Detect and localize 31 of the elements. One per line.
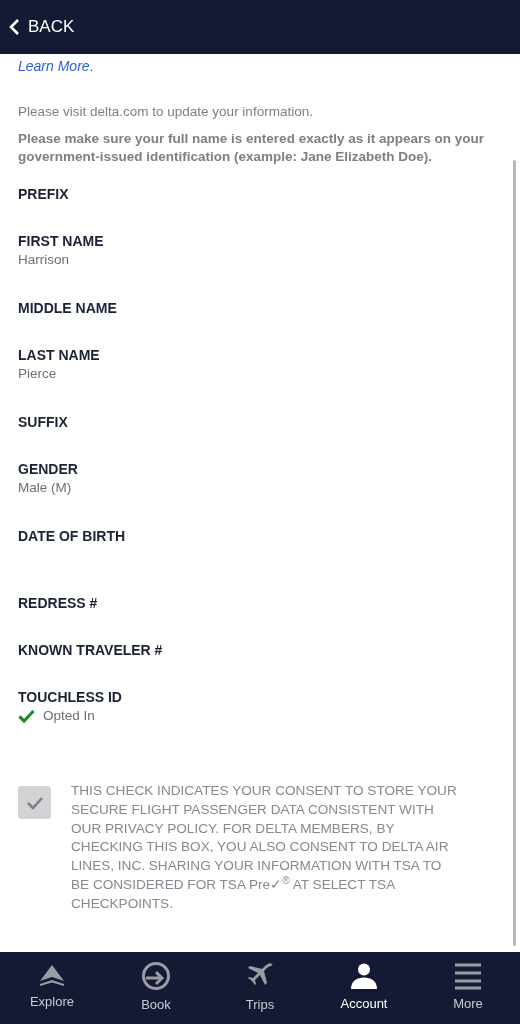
field-label: SUFFIX: [18, 413, 69, 432]
field-value: Male (M): [18, 479, 73, 498]
tab[interactable]: Trips: [208, 952, 312, 1024]
tab[interactable]: Account: [312, 952, 416, 1024]
learn-more-link[interactable]: Learn More: [18, 58, 90, 74]
field-label: KNOWN TRAVELER #: [18, 641, 164, 660]
triangle-icon: [38, 964, 66, 989]
field-label: REDRESS #: [18, 594, 99, 613]
field-value: Harrison: [18, 251, 70, 270]
field-label: TOUCHLESS ID: [18, 688, 123, 707]
field-label: FIRST NAME: [18, 232, 105, 251]
field-label: DATE OF BIRTH: [18, 527, 127, 546]
check-icon: [25, 795, 44, 810]
tab[interactable]: More: [416, 952, 520, 1024]
field-value: Pierce: [18, 365, 58, 384]
tab[interactable]: Book: [104, 952, 208, 1024]
field-label: LAST NAME: [18, 346, 101, 365]
period: .: [89, 58, 94, 74]
field-value: Opted In: [43, 707, 95, 726]
back-button[interactable]: BACK: [8, 14, 75, 40]
field-label: MIDDLE NAME: [18, 299, 118, 318]
person-icon: [349, 962, 379, 991]
back-icon: [8, 18, 20, 36]
notice-text: Please visit delta.com to update your information.: [18, 103, 314, 121]
name-notice-text: Please make sure your full name is entered exactly as it appears on your government-issued identification (example: Jane Elizabeth Doe).: [18, 130, 485, 166]
field-label: GENDER: [18, 460, 79, 479]
menu-icon: [454, 962, 482, 991]
tab[interactable]: Explore: [0, 952, 104, 1024]
field-label: PREFIX: [18, 185, 70, 204]
consent-text: THIS CHECK INDICATES YOUR CONSENT TO STORE YOUR SECURE FLIGHT PASSENGER DATA CONSISTENT WITH OUR PRIVACY POLICY. FOR DELTA MEMBERS, BY CHECKING THIS BOX, YOU ALSO CONSENT TO DELTA AIR LINES, INC. SHARING YOUR INFORMATION WITH TSA TO BE CONSIDERED FOR TSA Pre✓$^{®}$ AT SELECT TSA CHECKPOINTS.: [71, 782, 458, 913]
arrow-circle-icon: [141, 961, 171, 992]
